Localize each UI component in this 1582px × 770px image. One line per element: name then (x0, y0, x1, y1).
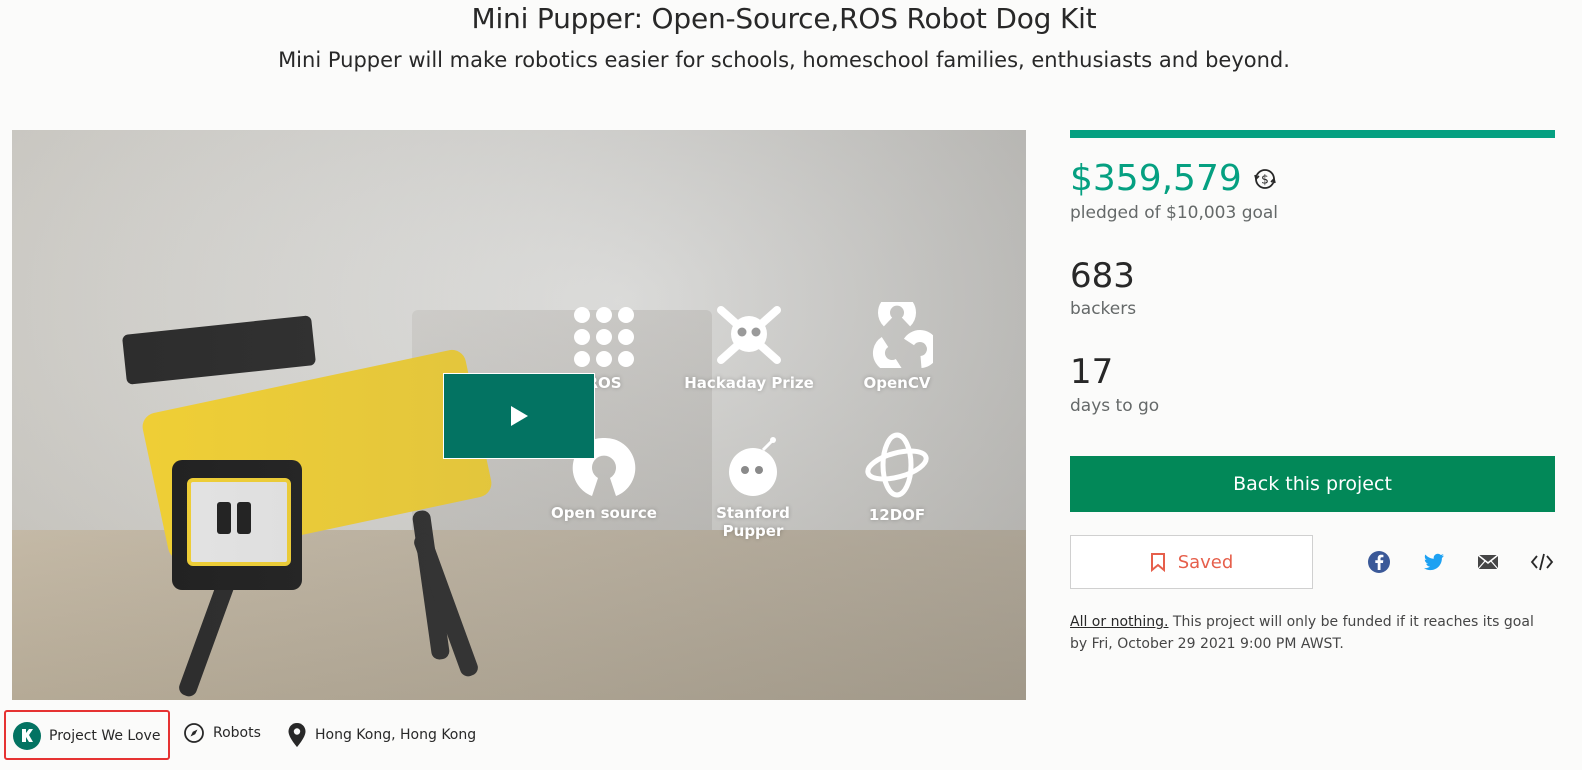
compass-icon (184, 723, 204, 743)
kickstarter-badge-icon (13, 722, 41, 750)
bookmark-icon (1150, 553, 1165, 572)
twitter-icon[interactable] (1422, 550, 1446, 574)
pledged-amount: $359,579 $ (1070, 158, 1278, 199)
back-this-project-button[interactable]: Back this project (1070, 456, 1555, 512)
funding-progress-bar (1070, 130, 1555, 138)
feature-opencv: OpenCV (832, 302, 962, 392)
project-title: Mini Pupper: Open-Source,ROS Robot Dog K… (471, 2, 1097, 35)
all-or-nothing-link[interactable]: All or nothing. (1070, 614, 1168, 630)
category-label: Robots (213, 725, 261, 741)
days-to-go-caption: days to go (1070, 396, 1160, 416)
ros-dots-icon (574, 307, 634, 367)
feature-label: 12DOF (868, 506, 926, 524)
backers-caption: backers (1070, 299, 1137, 319)
pledged-caption: pledged of $10,003 goal (1070, 203, 1279, 223)
feature-label: Open source (551, 504, 657, 522)
pledged-value: $359,579 (1070, 158, 1242, 199)
funding-terms: All or nothing. This project will only b… (1070, 611, 1550, 655)
svg-text:$: $ (1261, 172, 1269, 186)
rotation-icon (865, 432, 929, 498)
feature-hackaday: Hackaday Prize (684, 302, 814, 392)
opencv-icon (873, 302, 933, 368)
saved-button[interactable]: Saved (1070, 535, 1313, 589)
play-icon (511, 406, 528, 426)
feature-label: Hackaday Prize (684, 374, 814, 392)
email-icon[interactable] (1476, 550, 1500, 574)
project-we-love-badge[interactable]: Project We Love (13, 722, 160, 750)
feature-stanford-pupper: Stanford Pupper (688, 436, 818, 540)
currency-conversion-icon[interactable]: $ (1252, 166, 1278, 192)
skull-wrenches-icon (717, 306, 781, 364)
pupper-head-icon (729, 437, 777, 496)
feature-label: OpenCV (863, 374, 931, 392)
embed-icon[interactable] (1530, 550, 1554, 574)
location-label: Hong Kong, Hong Kong (315, 727, 477, 743)
location-link[interactable]: Hong Kong, Hong Kong (287, 722, 476, 748)
project-video[interactable]: ROS Hackaday Prize OpenCV Open source St… (12, 130, 1026, 700)
facebook-icon[interactable] (1367, 550, 1391, 574)
project-we-love-label: Project We Love (49, 728, 161, 744)
project-subtitle: Mini Pupper will make robotics easier fo… (278, 48, 1290, 72)
saved-label: Saved (1177, 551, 1234, 573)
location-pin-icon (288, 723, 306, 747)
category-link[interactable]: Robots (183, 722, 261, 744)
feature-label: Stanford Pupper (716, 504, 790, 540)
feature-12dof: 12DOF (832, 430, 962, 524)
play-video-button[interactable] (443, 373, 595, 459)
days-to-go-count: 17 (1070, 352, 1114, 392)
backers-count: 683 (1070, 256, 1135, 296)
